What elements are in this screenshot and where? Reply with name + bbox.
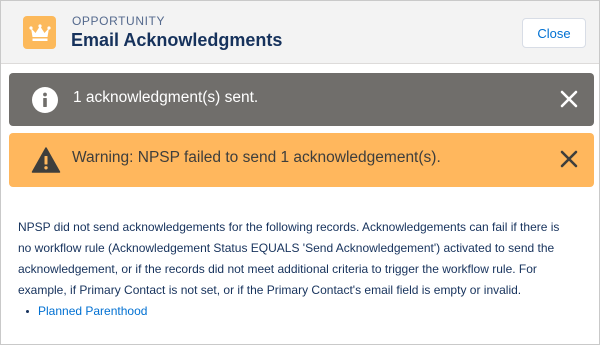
close-icon[interactable]	[559, 89, 579, 109]
modal-header: OPPORTUNITY Email Acknowledgments Close	[1, 1, 599, 64]
page-title: Email Acknowledgments	[71, 30, 283, 50]
crown-icon	[23, 16, 56, 49]
warning-toast: Warning: NPSP failed to send 1 acknowled…	[9, 133, 594, 187]
explanation-line: acknowledgement, or if the records did n…	[18, 262, 537, 276]
failure-explanation: NPSP did not send acknowledgements for t…	[18, 217, 600, 301]
list-item: Planned Parenthood	[26, 304, 147, 318]
record-link-planned-parenthood[interactable]: Planned Parenthood	[38, 304, 147, 318]
warning-icon	[31, 146, 61, 174]
info-toast-message: 1 acknowledgment(s) sent.	[73, 89, 259, 106]
warning-toast-message: Warning: NPSP failed to send 1 acknowled…	[72, 149, 441, 166]
info-icon	[31, 86, 59, 114]
explanation-line: NPSP did not send acknowledgements for t…	[18, 220, 560, 234]
explanation-line: example, if Primary Contact is not set, …	[18, 283, 522, 297]
object-type-label: OPPORTUNITY	[72, 14, 166, 28]
close-icon[interactable]	[559, 149, 579, 169]
close-button[interactable]: Close	[522, 18, 586, 48]
failed-records-list: Planned Parenthood	[26, 304, 147, 318]
info-toast: 1 acknowledgment(s) sent.	[9, 73, 594, 126]
explanation-line: no workflow rule (Acknowledgement Status…	[18, 241, 555, 255]
